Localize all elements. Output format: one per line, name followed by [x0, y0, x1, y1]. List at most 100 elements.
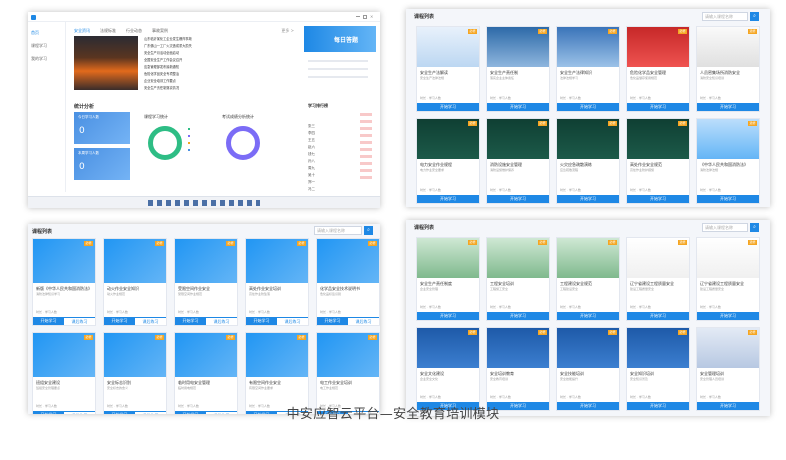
start-learning-button[interactable]: 开始学习: [697, 103, 759, 111]
search-icon[interactable]: ⌕: [750, 223, 759, 232]
start-learning-button[interactable]: 开始学习: [104, 317, 135, 325]
close-icon[interactable]: ✕: [370, 15, 374, 19]
course-card[interactable]: 必修 化学品安全技术说明书 危化品标签识别 时长 · 学习人数 开始学习 课后练习: [316, 238, 380, 326]
daily-quiz-banner[interactable]: 每日答题: [304, 26, 376, 52]
sidebar-item-courses[interactable]: 课程学习: [31, 43, 47, 49]
minimize-icon[interactable]: [356, 16, 360, 17]
course-card[interactable]: 必修 电力安全作业规程 电力作业安全要求 时长 · 学习人数 开始学习: [416, 118, 480, 204]
practice-button[interactable]: 课后练习: [348, 317, 379, 325]
course-card[interactable]: 必修班组安全建设班组安全管理要点时长 · 学习人数开始学习课后练习: [32, 332, 96, 414]
course-card[interactable]: 必修 火灾应急疏散演练 应急疏散流程 时长 · 学习人数 开始学习: [556, 118, 620, 204]
search-input[interactable]: 请输入课程名称: [702, 223, 748, 232]
maximize-icon[interactable]: [363, 15, 367, 19]
course-card[interactable]: 选修 辽宁省建设工程质量安全 建设工程质量安全 时长 · 学习人数 开始学习: [626, 237, 690, 321]
course-description: 消防法律法规: [700, 168, 719, 172]
stat-label: 今日学习人数: [78, 115, 99, 119]
course-meta: 时长 · 学习人数: [560, 96, 581, 100]
start-learning-button[interactable]: 开始学习: [317, 317, 348, 325]
donut-title: 考试成绩分析统计: [222, 114, 254, 119]
search-icon[interactable]: ⌕: [364, 226, 373, 235]
course-card[interactable]: 必修 高处作业安全培训 高处作业防坠落 时长 · 学习人数 开始学习 课后练习: [245, 238, 309, 326]
news-image[interactable]: [74, 36, 138, 90]
course-card[interactable]: 必修 消防设施安全管理 消防设施维护保养 时长 · 学习人数 开始学习: [486, 118, 550, 204]
course-card[interactable]: 必修 安全生产法解读 安全生产法律法规 时长 · 学习人数 开始学习: [416, 26, 480, 112]
start-learning-button[interactable]: 开始学习: [33, 317, 64, 325]
start-learning-button[interactable]: 开始学习: [487, 195, 549, 203]
search-icon[interactable]: ⌕: [750, 12, 759, 21]
search-input[interactable]: 请输入课程名称: [702, 12, 748, 21]
course-card[interactable]: 必修 高处作业安全规范 高处作业防护措施 时长 · 学习人数 开始学习: [626, 118, 690, 204]
stat-tile[interactable]: 今日学习人数 0: [74, 112, 130, 144]
practice-button[interactable]: 课后练习: [277, 317, 308, 325]
course-description: 电力作业安全要求: [420, 168, 445, 172]
course-description: 工程施工安全: [490, 287, 509, 291]
course-card[interactable]: 必修 动火作业安全知识 动火作业规范 时长 · 学习人数 开始学习 课后练习: [103, 238, 167, 326]
course-meta: 时长 · 学习人数: [490, 188, 511, 192]
course-card[interactable]: 必修电工作业安全培训电工作业规范时长 · 学习人数开始学习课后练习: [316, 332, 380, 414]
top-bar: [28, 12, 380, 22]
course-card[interactable]: 必修 安全管理培训 安全管理人员培训 时长 · 学习人数 开始学习: [696, 327, 760, 411]
news-item[interactable]: 山东临沂某化工企业发生爆炸事故: [144, 36, 192, 41]
course-card[interactable]: 必修 工程建设安全规范 工程建设安全 时长 · 学习人数 开始学习: [556, 237, 620, 321]
course-meta: 时长 · 学习人数: [700, 188, 721, 192]
start-learning-button[interactable]: 开始学习: [417, 312, 479, 320]
course-badge: 必修: [678, 29, 687, 34]
start-learning-button[interactable]: 开始学习: [487, 103, 549, 111]
course-card[interactable]: 必修 工程安全培训 工程施工安全 时长 · 学习人数 开始学习: [486, 237, 550, 321]
course-card[interactable]: 必修 安全文化建设 企业安全文化 时长 · 学习人数 开始学习: [416, 327, 480, 411]
news-item[interactable]: 应急管理部发布最新通知: [144, 64, 179, 69]
start-learning-button[interactable]: 开始学习: [557, 312, 619, 320]
start-learning-button[interactable]: 开始学习: [246, 317, 277, 325]
side-info-panel: [304, 54, 376, 96]
course-card[interactable]: 必修 安全生产责任制 落实企业主体责任 时长 · 学习人数 开始学习: [486, 26, 550, 112]
course-card[interactable]: 选修 人员密集场所消防安全 消防安全知识培训 时长 · 学习人数 开始学习: [696, 26, 760, 112]
course-card[interactable]: 必修 安全技能培训 安全技能提升 时长 · 学习人数 开始学习: [556, 327, 620, 411]
start-learning-button[interactable]: 开始学习: [627, 103, 689, 111]
start-learning-button[interactable]: 开始学习: [697, 195, 759, 203]
tab-industry[interactable]: 行业动态: [126, 28, 142, 34]
course-card[interactable]: 必修临时用电安全管理临时用电规范时长 · 学习人数开始学习课后练习: [174, 332, 238, 414]
start-learning-button[interactable]: 开始学习: [697, 312, 759, 320]
course-badge: 必修: [468, 330, 477, 335]
start-learning-button[interactable]: 开始学习: [175, 317, 206, 325]
practice-button[interactable]: 课后练习: [135, 317, 166, 325]
tab-safety-news[interactable]: 安全资讯: [74, 28, 90, 34]
course-card[interactable]: 必修 安全生产法律知识 法律法规学习 时长 · 学习人数 开始学习: [556, 26, 620, 112]
sidebar-item-home[interactable]: 首页: [31, 30, 39, 36]
course-card[interactable]: 必修 受限空间作业安全 受限空间作业规范 时长 · 学习人数 开始学习 课后练习: [174, 238, 238, 326]
search-input[interactable]: 请输入课程名称: [314, 226, 362, 235]
taskbar-icons[interactable]: [148, 200, 260, 206]
news-item[interactable]: 全国安全生产工作会议召开: [144, 57, 182, 62]
legend-dot: [188, 149, 190, 151]
course-card[interactable]: 选修 辽宁省建设工程质量安全 建设工程质量安全 时长 · 学习人数 开始学习: [696, 237, 760, 321]
course-card[interactable]: 选修 《中华人民共和国消防法》 消防法律法规 时长 · 学习人数 开始学习: [696, 118, 760, 204]
practice-button[interactable]: 课后练习: [64, 317, 95, 325]
course-badge: 必修: [538, 121, 547, 126]
tab-accidents[interactable]: 事故案例: [152, 28, 168, 34]
start-learning-button[interactable]: 开始学习: [627, 195, 689, 203]
news-item[interactable]: 安全生产月活动全面启动: [144, 50, 179, 55]
news-more-link[interactable]: 更多 >: [281, 28, 294, 34]
course-card[interactable]: 必修 新版《中华人民共和国消防法》 消防法律知识学习 时长 · 学习人数 开始学习 课后练…: [32, 238, 96, 326]
news-item[interactable]: 危险化学品安全专项整治: [144, 71, 179, 76]
news-item[interactable]: 安全生产责任制落实情况: [144, 85, 179, 90]
sidebar-item-my-learning[interactable]: 我的学习: [31, 56, 47, 62]
start-learning-button[interactable]: 开始学习: [627, 312, 689, 320]
course-card[interactable]: 必修 安全培训教育 安全教育培训 时长 · 学习人数 开始学习: [486, 327, 550, 411]
course-card[interactable]: 必修 危险化学品安全管理 危化品储存使用规范 时长 · 学习人数 开始学习: [626, 26, 690, 112]
news-item[interactable]: 广东佛山一工厂火灾造成重大损失: [144, 43, 192, 48]
course-card[interactable]: 必修 安全知识培训 安全知识普及 时长 · 学习人数 开始学习: [626, 327, 690, 411]
start-learning-button[interactable]: 开始学习: [557, 195, 619, 203]
course-card[interactable]: 必修安全标志识别安全标志的含义时长 · 学习人数开始学习课后练习: [103, 332, 167, 414]
course-card[interactable]: 必修有限空间作业安全有限空间作业要求时长 · 学习人数开始学习课后练习: [245, 332, 309, 414]
stat-tile[interactable]: 本周学习人数 0: [74, 148, 130, 180]
practice-button[interactable]: 课后练习: [206, 317, 237, 325]
start-learning-button[interactable]: 开始学习: [417, 195, 479, 203]
tab-regulations[interactable]: 法规标准: [100, 28, 116, 34]
window-controls[interactable]: ✕: [356, 15, 376, 19]
course-card[interactable]: 必修 安全生产责任制度 企业安全管理 时长 · 学习人数 开始学习: [416, 237, 480, 321]
start-learning-button[interactable]: 开始学习: [417, 103, 479, 111]
start-learning-button[interactable]: 开始学习: [487, 312, 549, 320]
start-learning-button[interactable]: 开始学习: [557, 103, 619, 111]
news-item[interactable]: 企业安全培训工作要点: [144, 78, 176, 83]
